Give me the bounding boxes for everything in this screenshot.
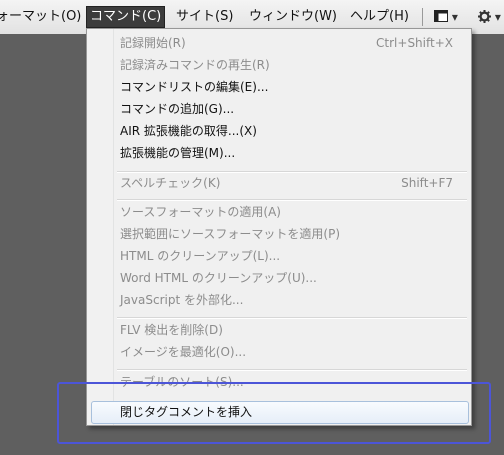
menubar-separator	[422, 8, 423, 26]
menu-item-manage-extensions[interactable]: 拡張機能の管理(M)...	[120, 142, 235, 164]
menubar-item-format[interactable]: ォーマット(O)	[0, 7, 81, 27]
settings-button[interactable]: ▾	[478, 7, 501, 27]
menu-icon-gutter	[87, 29, 114, 425]
menu-item-externalize-javascript[interactable]: JavaScript を外部化...	[120, 289, 243, 311]
menubar-item-site[interactable]: サイト(S)	[176, 7, 233, 27]
chevron-down-icon: ▾	[494, 10, 501, 24]
menu-shortcut-spell-check: Shift+F7	[401, 176, 453, 190]
menu-item-apply-source-formatting[interactable]: ソースフォーマットの適用(A)	[120, 201, 281, 223]
menu-item-clean-up-word-html[interactable]: Word HTML のクリーンアップ(U)...	[120, 267, 317, 289]
menu-item-spell-check[interactable]: スペルチェック(K)	[120, 172, 220, 194]
menu-item-remove-flv-detection[interactable]: FLV 検出を削除(D)	[120, 319, 223, 341]
annotation-highlight-box	[57, 382, 491, 444]
menu-item-apply-source-formatting-selection[interactable]: 選択範囲にソースフォーマットを適用(P)	[120, 223, 340, 245]
chevron-down-icon: ▾	[451, 10, 458, 24]
layout-icon	[434, 10, 448, 22]
menu-item-clean-up-html[interactable]: HTML のクリーンアップ(L)...	[120, 245, 280, 267]
commands-menu: 記録開始(R) Ctrl+Shift+X 記録済みコマンドの再生(R) コマンド…	[86, 28, 472, 426]
menubar-item-help[interactable]: ヘルプ(H)	[350, 7, 409, 27]
menubar-item-commands[interactable]: コマンド(C)	[86, 6, 166, 28]
gear-icon	[478, 10, 491, 23]
menubar-item-window[interactable]: ウィンドウ(W)	[249, 7, 337, 27]
menu-item-play-recorded-command[interactable]: 記録済みコマンドの再生(R)	[120, 54, 270, 76]
menu-item-start-recording[interactable]: 記録開始(R)	[120, 32, 186, 54]
layout-switcher-button[interactable]: ▾	[434, 7, 458, 27]
menu-shortcut-start-recording: Ctrl+Shift+X	[376, 36, 453, 50]
menu-item-add-command[interactable]: コマンドの追加(G)...	[120, 98, 234, 120]
menu-item-get-air-extensions[interactable]: AIR 拡張機能の取得...(X)	[120, 120, 257, 142]
menu-item-edit-command-list[interactable]: コマンドリストの編集(E)...	[120, 76, 268, 98]
menu-item-optimize-image[interactable]: イメージを最適化(O)...	[120, 341, 246, 363]
